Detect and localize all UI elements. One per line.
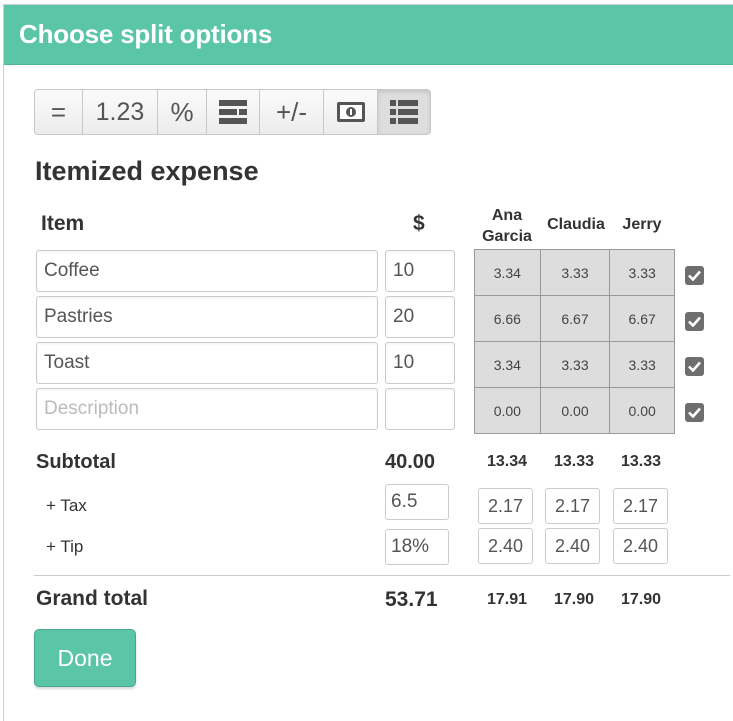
subtotal-amount: 40.00: [385, 451, 436, 473]
itemized-list-button[interactable]: [378, 90, 430, 134]
grand-total-share: 17.90: [620, 591, 662, 608]
share-cell[interactable]: 3.34: [475, 250, 541, 296]
share-cell[interactable]: 0.00: [540, 388, 611, 434]
shares-icon: [219, 100, 247, 124]
item-checkbox[interactable]: [685, 266, 704, 285]
tax-label: + Tax: [46, 496, 87, 515]
tip-share[interactable]: 2.40: [478, 528, 533, 564]
share-cell[interactable]: 0.00: [610, 388, 675, 434]
share-cell[interactable]: 6.67: [540, 296, 611, 342]
checkmark-icon: [688, 270, 701, 281]
subtotal-share: 13.33: [620, 453, 662, 470]
dialog-header: Choose split options: [4, 5, 733, 65]
subtotal-label: Subtotal: [36, 451, 116, 473]
percent-button[interactable]: %: [158, 90, 207, 134]
adjustment-icon: +/-: [275, 96, 308, 127]
share-cell[interactable]: 3.34: [475, 342, 541, 388]
dialog-title: Choose split options: [19, 19, 273, 49]
itemized-list-icon: [390, 100, 418, 124]
equal-split-button[interactable]: =: [35, 90, 83, 134]
item-share-grid: 3.34 3.33 3.33 6.66 6.67 6.67 3.34 3.33 …: [474, 249, 675, 434]
item-amount-input[interactable]: [385, 388, 455, 430]
subtotal-share: 13.33: [553, 453, 595, 470]
grand-total-amount: 53.71: [385, 588, 438, 611]
split-mode-toolbar: = 1.23 % +/-: [34, 89, 431, 135]
item-column-header: Item: [41, 212, 85, 235]
share-row: 6.66 6.67 6.67: [475, 296, 675, 342]
tip-share[interactable]: 2.40: [545, 528, 600, 564]
person-header: Jerry: [622, 216, 662, 233]
item-amount-input[interactable]: [385, 342, 455, 384]
percent-icon: %: [170, 96, 194, 127]
grand-total-label: Grand total: [36, 587, 149, 610]
shares-button[interactable]: [207, 90, 260, 134]
tip-label: + Tip: [46, 537, 84, 556]
tax-share[interactable]: 2.17: [613, 488, 668, 524]
exact-amounts-button[interactable]: 1.23: [83, 90, 158, 134]
item-description-input[interactable]: [36, 388, 378, 430]
money-bill-icon: [336, 102, 365, 122]
totals-divider: [34, 575, 730, 576]
item-checkbox[interactable]: [685, 357, 704, 376]
tax-share[interactable]: 2.17: [478, 488, 533, 524]
checkmark-icon: [688, 361, 701, 372]
share-row: 3.34 3.33 3.33: [475, 250, 675, 296]
grand-total-share: 17.91: [486, 591, 528, 608]
share-cell[interactable]: 6.66: [475, 296, 541, 342]
subtotal-share: 13.34: [486, 453, 528, 470]
share-row: 3.34 3.33 3.33: [475, 342, 675, 388]
amount-column-header: $: [413, 212, 425, 235]
person-header: Claudia: [547, 216, 605, 233]
item-amount-input[interactable]: [385, 250, 455, 292]
item-description-input[interactable]: [36, 342, 378, 384]
item-description-input[interactable]: [36, 296, 378, 338]
tax-input[interactable]: [385, 484, 449, 520]
item-checkbox[interactable]: [685, 312, 704, 331]
tip-share[interactable]: 2.40: [613, 528, 668, 564]
item-description-input[interactable]: [36, 250, 378, 292]
item-amount-input[interactable]: [385, 296, 455, 338]
share-cell[interactable]: 6.67: [610, 296, 675, 342]
grand-total-share: 17.90: [553, 591, 595, 608]
item-checkbox[interactable]: [685, 403, 704, 422]
share-cell[interactable]: 3.33: [610, 250, 675, 296]
exact-amounts-icon: 1.23: [95, 97, 145, 126]
share-row: 0.00 0.00 0.00: [475, 388, 675, 434]
person-header: Ana Garcia: [482, 207, 532, 245]
adjustment-button[interactable]: +/-: [260, 90, 324, 134]
section-title: Itemized expense: [35, 156, 259, 186]
tax-share[interactable]: 2.17: [545, 488, 600, 524]
money-bill-button[interactable]: [324, 90, 378, 134]
checkmark-icon: [688, 407, 701, 418]
equal-split-icon: =: [50, 96, 67, 127]
share-cell[interactable]: 3.33: [540, 250, 611, 296]
done-button[interactable]: Done: [34, 629, 136, 687]
share-cell[interactable]: 3.33: [540, 342, 611, 388]
share-cell[interactable]: 3.33: [610, 342, 675, 388]
checkmark-icon: [688, 316, 701, 327]
share-cell[interactable]: 0.00: [475, 388, 541, 434]
tip-input[interactable]: [385, 529, 449, 565]
